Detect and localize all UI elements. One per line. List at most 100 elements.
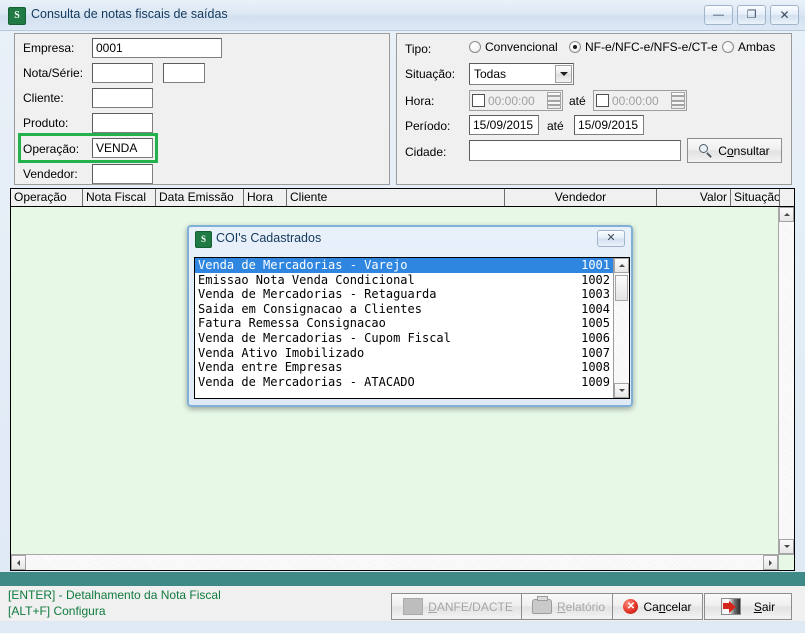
hora-de-input[interactable]: 00:00:00 — [469, 90, 563, 111]
cliente-label: Cliente: — [23, 91, 64, 105]
scroll-left-icon[interactable] — [11, 555, 26, 570]
list-item[interactable]: Venda de Mercadorias - Varejo 1001 — [195, 258, 613, 273]
radio-nfe-icon — [569, 41, 581, 53]
list-item[interactable]: Venda de Mercadorias - Cupom Fiscal 1006 — [195, 331, 613, 346]
nota-input[interactable] — [92, 63, 153, 83]
serie-input[interactable] — [163, 63, 205, 83]
list-scroll-up-icon[interactable] — [614, 258, 629, 273]
periodo-ate-input[interactable]: 15/09/2015 — [574, 115, 644, 135]
radio-convencional[interactable]: Convencional — [469, 40, 558, 54]
document-icon — [403, 598, 424, 615]
sair-label: Sair — [753, 599, 776, 614]
grid-column-header[interactable]: Situação — [731, 189, 780, 206]
window-bottom-edge — [0, 621, 805, 633]
periodo-de-input[interactable]: 15/09/2015 — [469, 115, 539, 135]
list-item-name: Saida em Consignacao a Clientes — [198, 301, 422, 316]
coi-list-scrollbar[interactable] — [613, 258, 629, 398]
search-icon — [699, 143, 713, 158]
list-item-name: Venda de Mercadorias - ATACADO — [198, 374, 415, 389]
grid-column-header[interactable]: Vendedor — [505, 189, 657, 206]
spin-up-icon[interactable] — [547, 92, 561, 101]
coi-listbox[interactable]: Venda de Mercadorias - Varejo 1001 Emissao… — [194, 257, 630, 399]
list-item[interactable]: Venda Ativo Imobilizado 1007 — [195, 346, 613, 361]
list-item[interactable]: Venda entre Empresas 1008 — [195, 360, 613, 375]
list-scroll-thumb[interactable] — [615, 275, 628, 301]
grid-column-header[interactable]: Nota Fiscal — [83, 189, 156, 206]
hora-de-checkbox[interactable] — [472, 94, 485, 107]
relatorio-button[interactable]: Relatório — [521, 593, 616, 620]
grid-column-header[interactable]: Cliente — [287, 189, 505, 206]
grid-column-header[interactable]: Operação — [11, 189, 83, 206]
list-item[interactable]: Venda de Mercadorias - ATACADO 1009 — [195, 375, 613, 390]
radio-nfe[interactable]: NF-e/NFC-e/NFS-e/CT-e — [569, 40, 718, 54]
list-item-name: Venda de Mercadorias - Cupom Fiscal — [198, 330, 451, 345]
cidade-input[interactable] — [469, 140, 681, 161]
list-item-code: 1007 — [581, 345, 610, 360]
list-item-code: 1005 — [581, 316, 610, 331]
vendedor-input[interactable] — [92, 164, 153, 184]
radio-ambas-label: Ambas — [738, 40, 776, 54]
consultar-button[interactable]: Consultar — [687, 138, 782, 163]
grid-column-header[interactable]: Data Emissão — [156, 189, 244, 206]
cliente-input[interactable] — [92, 88, 153, 108]
hora-ate-value: 00:00:00 — [612, 93, 659, 108]
operacao-input[interactable]: VENDA — [92, 138, 153, 158]
list-item[interactable]: Fatura Remessa Consignacao 1005 — [195, 316, 613, 331]
grid-column-header[interactable]: Valor — [657, 189, 731, 206]
scroll-right-icon[interactable] — [763, 555, 778, 570]
spin-down-icon[interactable] — [671, 100, 685, 109]
hora-ate-checkbox[interactable] — [596, 94, 609, 107]
close-glyph: ✕ — [779, 8, 790, 22]
cidade-label: Cidade: — [405, 145, 447, 159]
scrollbar-corner — [778, 554, 794, 570]
grid-header-row: Operação Nota Fiscal Data Emissão Hora Clien… — [11, 189, 794, 207]
periodo-label: Período: — [405, 119, 451, 133]
list-scroll-down-icon[interactable] — [614, 383, 629, 398]
radio-ambas[interactable]: Ambas — [722, 40, 775, 54]
danfe-dacte-button[interactable]: DANFE/DACTE — [391, 593, 525, 620]
situacao-select[interactable]: Todas — [469, 63, 574, 85]
hora-de-spinner[interactable] — [547, 92, 561, 109]
maximize-icon[interactable]: ❐ — [737, 5, 766, 25]
scroll-down-icon[interactable] — [779, 539, 794, 554]
situacao-label: Situação: — [405, 67, 456, 81]
sair-button[interactable]: Sair — [704, 593, 792, 620]
list-item[interactable]: Emissao Nota Venda Condicional 1002 — [195, 273, 613, 288]
chevron-down-icon[interactable] — [555, 65, 572, 83]
scroll-up-icon[interactable] — [779, 207, 794, 222]
operacao-label: Operação: — [23, 142, 80, 156]
hora-ate-spinner[interactable] — [671, 92, 685, 109]
list-item-code: 1004 — [581, 301, 610, 316]
modal-title: COI's Cadastrados — [216, 231, 322, 245]
left-filter-panel: Empresa: 0001 Nota/Série: Cliente: Produ… — [14, 33, 390, 185]
coi-list-items[interactable]: Venda de Mercadorias - Varejo 1001 Emissao… — [195, 258, 613, 398]
modal-close-icon[interactable]: ✕ — [597, 230, 625, 247]
minimize-icon[interactable]: — — [704, 5, 733, 25]
radio-nfe-label: NF-e/NFC-e/NFS-e/CT-e — [585, 40, 718, 54]
nota-serie-label: Nota/Série: — [23, 66, 84, 80]
list-item-code: 1002 — [581, 272, 610, 287]
list-item[interactable]: Venda de Mercadorias - Retaguarda 1003 — [195, 287, 613, 302]
list-item-code: 1001 — [581, 258, 610, 272]
app-icon: S — [8, 7, 26, 25]
spin-down-icon[interactable] — [547, 100, 561, 109]
application-window: S Consulta de notas fiscais de saídas — … — [0, 0, 805, 633]
title-bar: S Consulta de notas fiscais de saídas — … — [0, 0, 805, 31]
list-item[interactable]: Saida em Consignacao a Clientes 1004 — [195, 302, 613, 317]
spin-up-icon[interactable] — [671, 92, 685, 101]
grid-vertical-scrollbar[interactable] — [778, 207, 794, 554]
hora-de-value: 00:00:00 — [488, 93, 535, 108]
modal-title-bar: S COI's Cadastrados ✕ — [189, 227, 631, 251]
close-icon[interactable]: ✕ — [770, 5, 799, 25]
cancelar-button[interactable]: ✕ Cancelar — [612, 593, 703, 620]
empresa-label: Empresa: — [23, 41, 75, 55]
grid-column-header[interactable]: Hora — [244, 189, 287, 206]
grid-horizontal-scrollbar[interactable] — [11, 554, 778, 570]
periodo-ate-label: até — [547, 119, 564, 133]
list-item-code: 1003 — [581, 287, 610, 302]
list-item-name: Venda Ativo Imobilizado — [198, 345, 365, 360]
empresa-input[interactable]: 0001 — [92, 38, 222, 58]
produto-input[interactable] — [92, 113, 153, 133]
hora-ate-input[interactable]: 00:00:00 — [593, 90, 687, 111]
right-filter-panel: Tipo: Convencional NF-e/NFC-e/NFS-e/CT-e… — [396, 33, 792, 185]
